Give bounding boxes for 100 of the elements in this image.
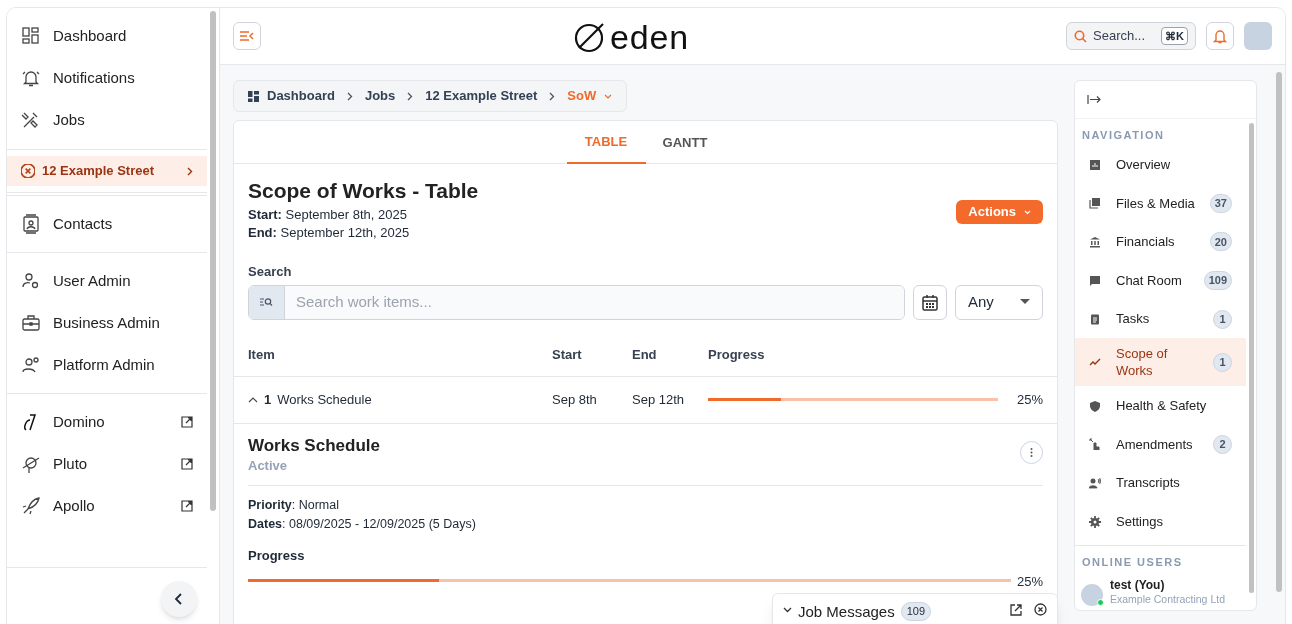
search-icon	[1074, 29, 1087, 43]
sidebar-item[interactable]: Contacts	[7, 203, 208, 245]
count-badge: 37	[1209, 193, 1232, 213]
table-cell-text: Sep 8th	[552, 390, 598, 409]
user-company: Example Contracting Ltd	[1110, 592, 1225, 607]
nav-item[interactable]: Transcripts	[1075, 463, 1246, 503]
section-heading: NAVIGATION	[1081, 128, 1166, 143]
nav-item[interactable]: Scope of Works 1	[1075, 338, 1246, 387]
count-badge: 109	[1203, 271, 1232, 291]
count-badge: 1	[1213, 309, 1232, 329]
chevron-up-icon[interactable]	[248, 396, 258, 403]
nav-item[interactable]: Amendments 2	[1075, 425, 1246, 464]
sidebar-item[interactable]: Dashboard	[7, 15, 208, 57]
user-name: test (You)	[1110, 578, 1166, 593]
logo-icon	[574, 21, 606, 53]
nav-item[interactable]: Settings	[1075, 502, 1246, 541]
filter-dropdown[interactable]: Any	[955, 284, 1043, 320]
count-badge: 109	[900, 602, 932, 621]
search-field[interactable]: Search work items...	[248, 284, 905, 320]
menu-collapse-icon	[240, 31, 254, 41]
count-badge: 2	[1213, 434, 1232, 454]
briefcase-icon	[21, 313, 41, 333]
chevron-down-icon	[1024, 209, 1031, 215]
dropdown-icon	[1020, 299, 1030, 305]
scrollbar[interactable]	[210, 11, 217, 511]
count-badge: 20	[1209, 232, 1232, 252]
dashboard-icon	[21, 26, 41, 46]
close-icon[interactable]	[1034, 603, 1047, 616]
chat-title: Job Messages	[798, 602, 895, 622]
close-circle-icon	[21, 164, 35, 178]
menu-toggle-button[interactable]	[233, 22, 261, 50]
images-icon	[1089, 197, 1101, 210]
bell-icon	[1213, 28, 1227, 44]
chevron-down-icon[interactable]	[783, 607, 792, 613]
nav-item[interactable]: Health & Safety	[1075, 386, 1246, 426]
count-badge: 1	[1213, 352, 1232, 372]
end-date: End: September 12th, 2025	[248, 224, 411, 242]
nav-item[interactable]: Financials 20	[1075, 222, 1246, 262]
bell-icon	[21, 68, 41, 88]
speaker-person-icon	[1089, 476, 1101, 489]
sidebar-item[interactable]: User Admin	[7, 260, 208, 302]
collapse-button[interactable]	[161, 581, 198, 617]
open-external-icon[interactable]	[1010, 604, 1022, 616]
job-item[interactable]: 12 Example Street	[7, 156, 208, 186]
chart-icon	[1089, 158, 1101, 171]
breadcrumb-link[interactable]: Jobs	[364, 86, 396, 106]
progress-value: 25%	[1016, 390, 1043, 409]
contact-card-icon	[21, 214, 41, 234]
column-header: End	[632, 345, 658, 364]
scrollbar[interactable]	[1248, 123, 1254, 593]
shield-icon	[1089, 399, 1101, 412]
open-external-icon	[181, 458, 194, 470]
calendar-icon	[922, 293, 938, 311]
sidebar-item[interactable]: Business Admin	[7, 302, 208, 344]
open-external-icon	[181, 500, 194, 512]
chevron-right-icon	[549, 91, 556, 101]
search-list-icon	[260, 297, 273, 307]
sidebar-item[interactable]: Platform Admin	[7, 344, 208, 386]
nav-item[interactable]: Chat Room 109	[1075, 261, 1246, 300]
nav-item[interactable]: Files & Media 37	[1075, 184, 1246, 223]
chevron-left-icon	[174, 593, 185, 605]
breadcrumb-link[interactable]: Dashboard	[248, 86, 335, 106]
nav-item[interactable]: Overview	[1075, 145, 1246, 185]
table-cell-text: Sep 12th	[632, 390, 686, 409]
nav-item[interactable]: Tasks 1	[1075, 299, 1246, 339]
column-header: Progress	[708, 345, 766, 364]
status-text: Active	[248, 456, 289, 475]
page-title: Scope of Works - Table	[248, 178, 480, 204]
table-cell-text: Works Schedule	[277, 390, 372, 409]
notifications-button[interactable]	[1206, 22, 1234, 50]
sidebar-item[interactable]: Jobs	[7, 99, 208, 141]
open-external-icon	[181, 416, 194, 428]
sidebar-item[interactable]: Domino	[7, 401, 208, 443]
sidebar-item[interactable]: Apollo	[7, 485, 208, 527]
settings-icon	[1089, 515, 1101, 528]
tab[interactable]: GANTT	[645, 121, 725, 164]
logo-text: eden	[610, 20, 690, 54]
column-header: Item	[248, 345, 276, 364]
section-title: Works Schedule	[248, 435, 381, 456]
section-heading: ONLINE USERS	[1081, 554, 1184, 570]
scrollbar[interactable]	[1276, 72, 1282, 592]
breadcrumb-link[interactable]: 12 Example Street	[425, 86, 538, 106]
planet-icon	[21, 454, 41, 474]
detail-line: Priority: Normal	[248, 497, 340, 514]
user-settings-icon	[21, 271, 41, 291]
sidebar-item[interactable]: Pluto	[7, 443, 208, 485]
detail-line: Dates: 08/09/2025 - 12/09/2025 (5 Days)	[248, 516, 477, 533]
shortcut-key: ⌘K	[1161, 26, 1188, 46]
start-date: Start: September 8th, 2025	[248, 206, 408, 224]
message-icon	[1089, 274, 1101, 287]
more-icon	[1030, 447, 1033, 457]
chevron-right-icon	[187, 166, 194, 176]
dashboard-icon	[248, 90, 259, 102]
sidebar-item[interactable]: Notifications	[7, 57, 208, 99]
search-field[interactable]: Search... ⌘K	[1066, 22, 1196, 50]
bank-icon	[1089, 236, 1101, 248]
search-label: Search	[248, 263, 293, 281]
date-filter-button[interactable]	[913, 284, 947, 320]
progress-value: 25%	[1016, 572, 1043, 591]
expand-panel-icon[interactable]	[1087, 95, 1101, 104]
